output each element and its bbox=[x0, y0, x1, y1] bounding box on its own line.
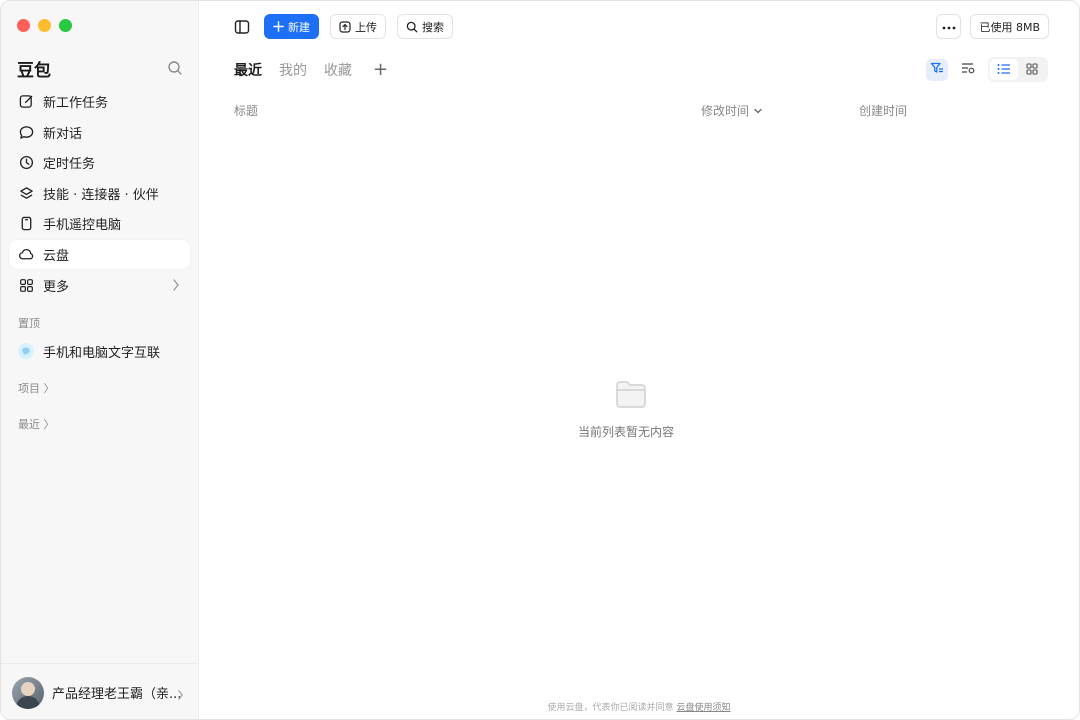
sidebar-item-scheduled-tasks[interactable]: 定时任务 bbox=[9, 148, 190, 177]
cloud-icon bbox=[18, 246, 34, 262]
list-view-button[interactable] bbox=[990, 59, 1018, 80]
user-name: 产品经理老王霸（亲... bbox=[52, 687, 182, 702]
clock-icon bbox=[18, 155, 34, 171]
layers-icon bbox=[18, 185, 34, 201]
close-window-button[interactable] bbox=[17, 19, 30, 32]
search-button[interactable]: 搜索 bbox=[397, 14, 453, 39]
chevron-right-icon bbox=[177, 686, 184, 705]
storage-usage-badge[interactable]: 已使用 8MB bbox=[970, 14, 1049, 39]
pinned-section-label: 置顶 bbox=[18, 317, 40, 330]
recent-section-toggle[interactable]: 最近 〉 bbox=[18, 416, 55, 432]
sidebar-item-phone-remote[interactable]: 手机遥控电脑 bbox=[9, 209, 190, 238]
sidebar-item-cloud-drive[interactable]: 云盘 bbox=[9, 239, 190, 269]
list-icon bbox=[997, 60, 1011, 79]
grid-view-button[interactable] bbox=[1018, 59, 1046, 80]
sidebar-item-new-chat[interactable]: 新对话 bbox=[9, 118, 190, 147]
minimize-window-button[interactable] bbox=[38, 19, 51, 32]
user-profile[interactable]: 产品经理老王霸（亲... bbox=[1, 663, 198, 719]
empty-state: 当前列表暂无内容 bbox=[578, 379, 683, 440]
chat-dot-icon bbox=[18, 343, 34, 359]
main-content: 新建 上传 搜索 已使用 8MB 最近 我的 收藏 + 标题 修改时间 创建时间… bbox=[199, 1, 1079, 719]
column-modified-label: 修改时间 bbox=[701, 104, 750, 118]
plus-icon bbox=[273, 21, 284, 32]
footer-text: 使用云盘，代表你已阅读并同意 bbox=[547, 703, 674, 713]
tab-recent[interactable]: 最近 bbox=[234, 60, 262, 80]
sidebar-item-more[interactable]: 更多 bbox=[9, 271, 190, 300]
empty-state-text: 当前列表暂无内容 bbox=[577, 425, 674, 439]
window-controls bbox=[17, 19, 72, 32]
sidebar-item-label: 定时任务 bbox=[43, 157, 96, 173]
projects-section-toggle[interactable]: 项目 〉 bbox=[18, 380, 55, 396]
upload-button[interactable]: 上传 bbox=[330, 14, 386, 39]
view-mode-toggle bbox=[988, 57, 1048, 82]
grid-icon bbox=[18, 277, 34, 293]
pinned-item[interactable]: 手机和电脑文字互联 bbox=[9, 337, 190, 365]
sidebar-item-label: 新工作任务 bbox=[43, 96, 109, 111]
filter-icon bbox=[930, 60, 944, 79]
sidebar-item-new-task[interactable]: 新工作任务 bbox=[9, 87, 190, 116]
view-tools bbox=[917, 57, 1048, 82]
phone-icon bbox=[18, 216, 34, 232]
ellipsis-icon bbox=[942, 20, 956, 33]
toolbar-right: 已使用 8MB bbox=[936, 14, 1049, 39]
more-options-button[interactable] bbox=[936, 14, 962, 39]
sidebar-header: 豆包 bbox=[17, 57, 184, 81]
upload-button-label: 上传 bbox=[355, 20, 377, 34]
sort-settings-icon bbox=[961, 60, 975, 79]
filter-button[interactable] bbox=[926, 58, 948, 81]
search-icon[interactable] bbox=[166, 59, 184, 77]
add-tab-button[interactable]: + bbox=[373, 61, 388, 79]
table-header: 标题 修改时间 创建时间 bbox=[234, 102, 1049, 120]
sidebar-item-label: 新对话 bbox=[43, 126, 83, 142]
sidebar-item-label: 更多 bbox=[43, 279, 70, 295]
search-button-label: 搜索 bbox=[422, 20, 444, 34]
footer-notice: 使用云盘，代表你已阅读并同意 云盘使用须知 bbox=[199, 700, 1079, 713]
chat-bubble-icon bbox=[18, 124, 34, 140]
new-button[interactable]: 新建 bbox=[264, 14, 319, 39]
tab-favorites[interactable]: 收藏 bbox=[324, 60, 352, 80]
sidebar-item-label: 手机遥控电脑 bbox=[43, 218, 122, 234]
tab-mine[interactable]: 我的 bbox=[279, 60, 307, 80]
column-modified-sort[interactable]: 修改时间 bbox=[701, 102, 763, 119]
chevron-down-icon bbox=[754, 108, 762, 113]
column-created: 创建时间 bbox=[859, 104, 908, 118]
app-brand: 豆包 bbox=[17, 60, 51, 81]
sidebar-item-label: 云盘 bbox=[43, 248, 70, 264]
new-button-label: 新建 bbox=[288, 20, 310, 34]
upload-icon bbox=[339, 20, 351, 33]
chevron-right-icon bbox=[172, 278, 180, 296]
folder-icon bbox=[616, 381, 646, 408]
sidebar-item-label: 技能 · 连接器 · 伙伴 bbox=[43, 187, 159, 203]
sidebar-item-skills[interactable]: 技能 · 连接器 · 伙伴 bbox=[9, 179, 190, 208]
terms-link[interactable]: 云盘使用须知 bbox=[677, 703, 731, 713]
toolbar: 新建 上传 搜索 已使用 8MB bbox=[233, 14, 1049, 39]
column-title: 标题 bbox=[234, 104, 259, 118]
drive-tabs: 最近 我的 收藏 + bbox=[234, 60, 388, 80]
grid-icon bbox=[1026, 60, 1038, 79]
sidebar-nav: 新工作任务 新对话 定时任务 技能 · 连接器 · 伙伴 手机遥控电脑 云盘 更… bbox=[9, 87, 190, 301]
sort-button[interactable] bbox=[957, 59, 979, 81]
search-icon bbox=[406, 21, 418, 33]
sidebar: 豆包 新工作任务 新对话 定时任务 技能 · 连接器 · 伙伴 手机遥控电脑 云… bbox=[1, 1, 199, 719]
app-window: 豆包 新工作任务 新对话 定时任务 技能 · 连接器 · 伙伴 手机遥控电脑 云… bbox=[0, 0, 1080, 720]
pinned-item-label: 手机和电脑文字互联 bbox=[43, 345, 161, 361]
maximize-window-button[interactable] bbox=[59, 19, 72, 32]
sidebar-toggle-icon[interactable] bbox=[233, 18, 251, 36]
avatar bbox=[12, 676, 44, 709]
edit-icon bbox=[18, 94, 34, 110]
